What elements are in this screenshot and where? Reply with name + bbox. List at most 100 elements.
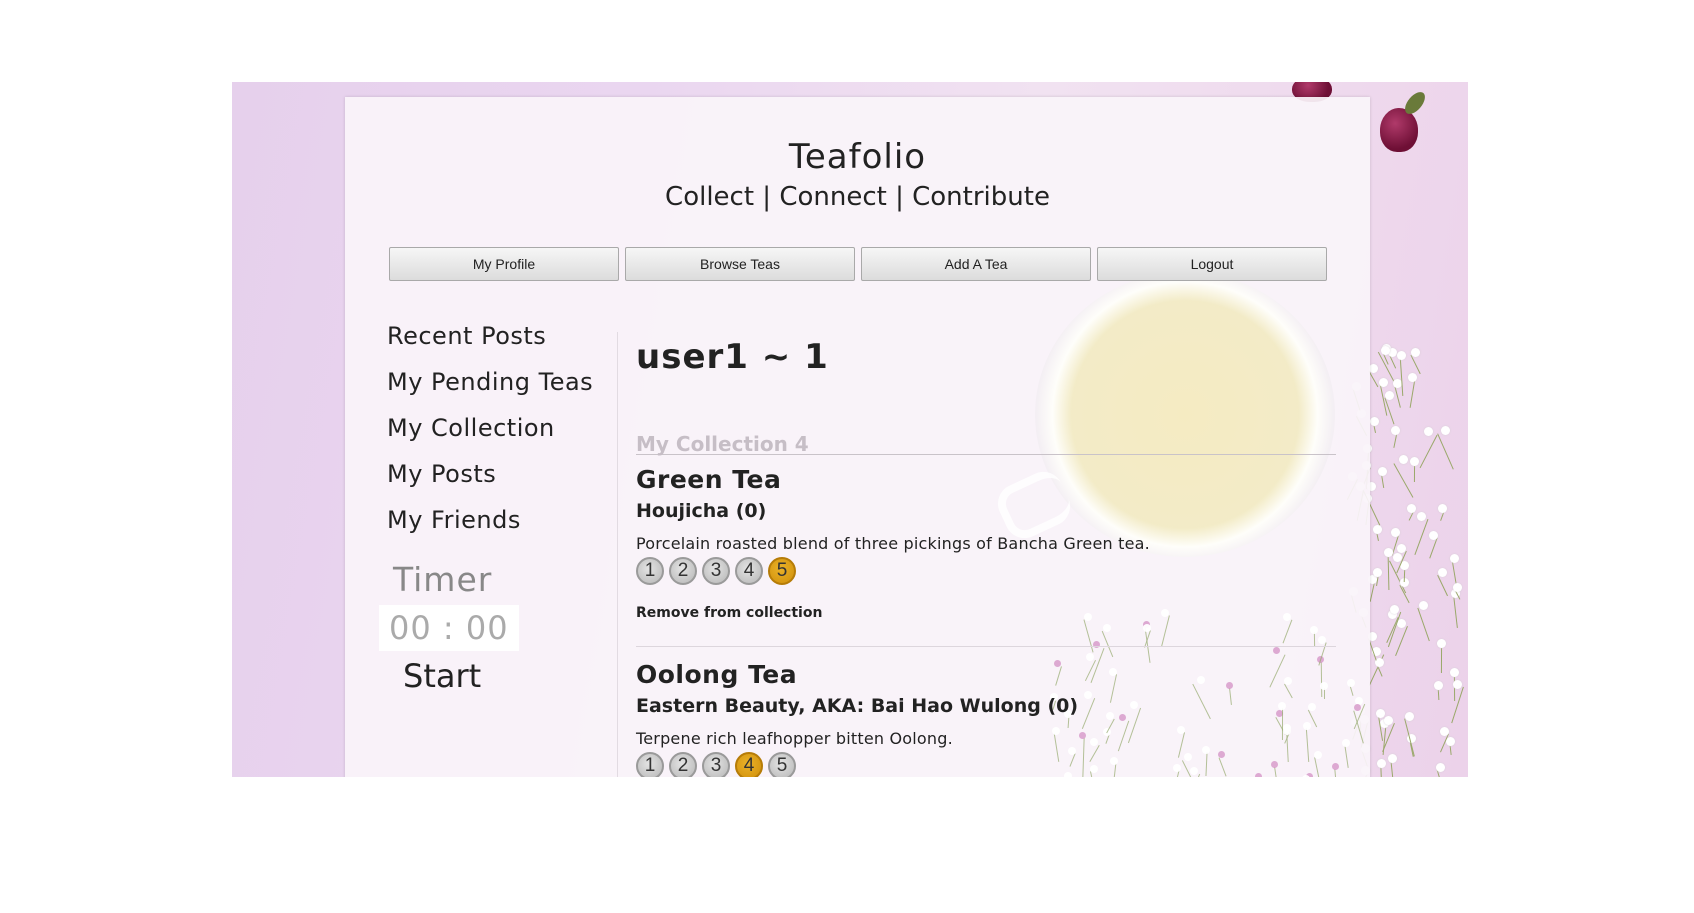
sidebar: Recent Posts My Pending Teas My Collecti…: [379, 322, 602, 695]
flower-decoration: [1411, 347, 1421, 357]
tea-description: Terpene rich leafhopper bitten Oolong.: [636, 729, 953, 748]
flower-decoration: [1405, 712, 1415, 721]
tea-name[interactable]: Houjicha (0): [636, 500, 1336, 522]
flower-decoration: [1347, 679, 1356, 688]
sidebar-item-recent-posts[interactable]: Recent Posts: [387, 322, 602, 350]
timer-start-button[interactable]: Start: [403, 657, 602, 695]
flower-stem-decoration: [1437, 575, 1449, 597]
flower-decoration: [1385, 390, 1395, 400]
site-header: Teafolio Collect | Connect | Contribute: [345, 137, 1370, 212]
logout-button[interactable]: Logout: [1097, 247, 1327, 281]
tea-item: Green Tea Houjicha (0) Porcelain roasted…: [636, 465, 1336, 647]
rating-button-4[interactable]: 4: [735, 752, 763, 777]
my-profile-button[interactable]: My Profile: [389, 247, 619, 281]
rating-button-3[interactable]: 3: [702, 557, 730, 585]
page-title: user1 ~ 1: [636, 337, 829, 377]
tea-description: Porcelain roasted blend of three picking…: [636, 534, 1150, 553]
remove-from-collection-link[interactable]: Remove from collection: [636, 605, 1336, 621]
rating-button-2[interactable]: 2: [669, 752, 697, 777]
rating-button-4[interactable]: 4: [735, 557, 763, 585]
flower-stem-decoration: [1414, 518, 1429, 555]
flower-decoration: [1408, 373, 1418, 383]
flower-decoration: [1372, 567, 1382, 577]
flower-decoration: [1390, 605, 1400, 615]
flower-stem-decoration: [1399, 356, 1403, 396]
browse-teas-button[interactable]: Browse Teas: [625, 247, 855, 281]
flower-decoration: [1377, 759, 1387, 769]
flower-decoration: [1423, 427, 1433, 437]
flower-decoration: [1449, 554, 1459, 564]
flower-stem-decoration: [1394, 385, 1402, 408]
flower-decoration: [1436, 762, 1446, 772]
flower-decoration: [1452, 582, 1462, 592]
sidebar-item-my-collection[interactable]: My Collection: [387, 414, 602, 442]
collection-header: My Collection 4: [636, 432, 1336, 456]
content-card: Teafolio Collect | Connect | Contribute …: [345, 97, 1370, 777]
flower-stem-decoration: [1387, 553, 1390, 590]
site-title: Teafolio: [788, 137, 927, 177]
tea-name[interactable]: Eastern Beauty, AKA: Bai Hao Wulong (0): [636, 695, 1336, 717]
timer-display: 00 : 00: [379, 605, 519, 651]
flower-decoration: [1428, 530, 1438, 540]
flower-decoration: [1369, 417, 1379, 427]
flower-decoration: [1369, 363, 1379, 373]
add-a-tea-button[interactable]: Add A Tea: [861, 247, 1091, 281]
rose-decoration: [1380, 108, 1418, 152]
flower-stem-decoration: [1344, 745, 1349, 768]
rating-buttons: 1 2 3 4 5: [636, 752, 1336, 777]
flower-decoration: [1341, 739, 1350, 748]
flower-decoration: [1384, 715, 1394, 725]
flower-stem-decoration: [1450, 687, 1464, 724]
rating-button-1[interactable]: 1: [636, 557, 664, 585]
sidebar-item-my-pending-teas[interactable]: My Pending Teas: [387, 368, 602, 396]
flower-decoration: [1450, 668, 1459, 678]
main-content: user1 ~ 1 My Collection 4 Green Tea Houj…: [636, 337, 1336, 777]
flower-decoration: [1378, 467, 1388, 477]
rating-button-5[interactable]: 5: [768, 752, 796, 777]
flower-decoration: [1452, 680, 1462, 690]
tea-item: Oolong Tea Eastern Beauty, AKA: Bai Hao …: [636, 647, 1336, 777]
flower-decoration: [1433, 681, 1443, 691]
flower-stem-decoration: [1428, 537, 1438, 559]
rating-button-3[interactable]: 3: [702, 752, 730, 777]
flower-decoration: [1400, 578, 1410, 588]
flower-decoration: [1378, 377, 1388, 387]
flower-decoration: [1373, 524, 1383, 534]
flower-decoration: [1390, 528, 1400, 538]
main-nav: My Profile Browse Teas Add A Tea Logout: [389, 247, 1327, 281]
flower-decoration: [1390, 426, 1400, 436]
sidebar-divider: [617, 332, 618, 777]
flower-decoration: [1383, 547, 1393, 557]
sidebar-item-my-posts[interactable]: My Posts: [387, 460, 602, 488]
tea-type: Oolong Tea: [636, 660, 798, 689]
flower-decoration: [1398, 455, 1408, 465]
flower-stem-decoration: [1453, 595, 1459, 629]
flower-decoration: [1441, 426, 1451, 436]
flower-decoration: [1397, 619, 1407, 629]
flower-decoration: [1438, 568, 1448, 578]
flower-decoration: [1417, 511, 1427, 521]
rating-button-5[interactable]: 5: [768, 557, 796, 585]
flower-stem-decoration: [1399, 585, 1411, 604]
tea-type: Green Tea: [636, 465, 782, 494]
flower-stem-decoration: [1409, 379, 1416, 408]
flower-stem-decoration: [1393, 463, 1414, 499]
flower-decoration: [1437, 504, 1447, 514]
page-background: Teafolio Collect | Connect | Contribute …: [232, 82, 1468, 777]
rating-button-1[interactable]: 1: [636, 752, 664, 777]
flower-decoration: [1437, 638, 1447, 648]
sidebar-item-my-friends[interactable]: My Friends: [387, 506, 602, 534]
timer-title: Timer: [393, 560, 493, 599]
flower-stem-decoration: [1419, 435, 1438, 469]
flower-decoration: [1406, 504, 1416, 514]
flower-stem-decoration: [1417, 607, 1430, 641]
flower-decoration: [1419, 600, 1429, 610]
flower-decoration: [1396, 350, 1406, 360]
flower-stem-decoration: [1410, 354, 1421, 374]
flower-decoration: [1409, 456, 1419, 466]
rating-buttons: 1 2 3 4 5: [636, 557, 1336, 585]
site-tagline: Collect | Connect | Contribute: [665, 181, 1050, 212]
rating-button-2[interactable]: 2: [669, 557, 697, 585]
flower-stem-decoration: [1437, 433, 1454, 471]
flower-decoration: [1388, 753, 1398, 763]
